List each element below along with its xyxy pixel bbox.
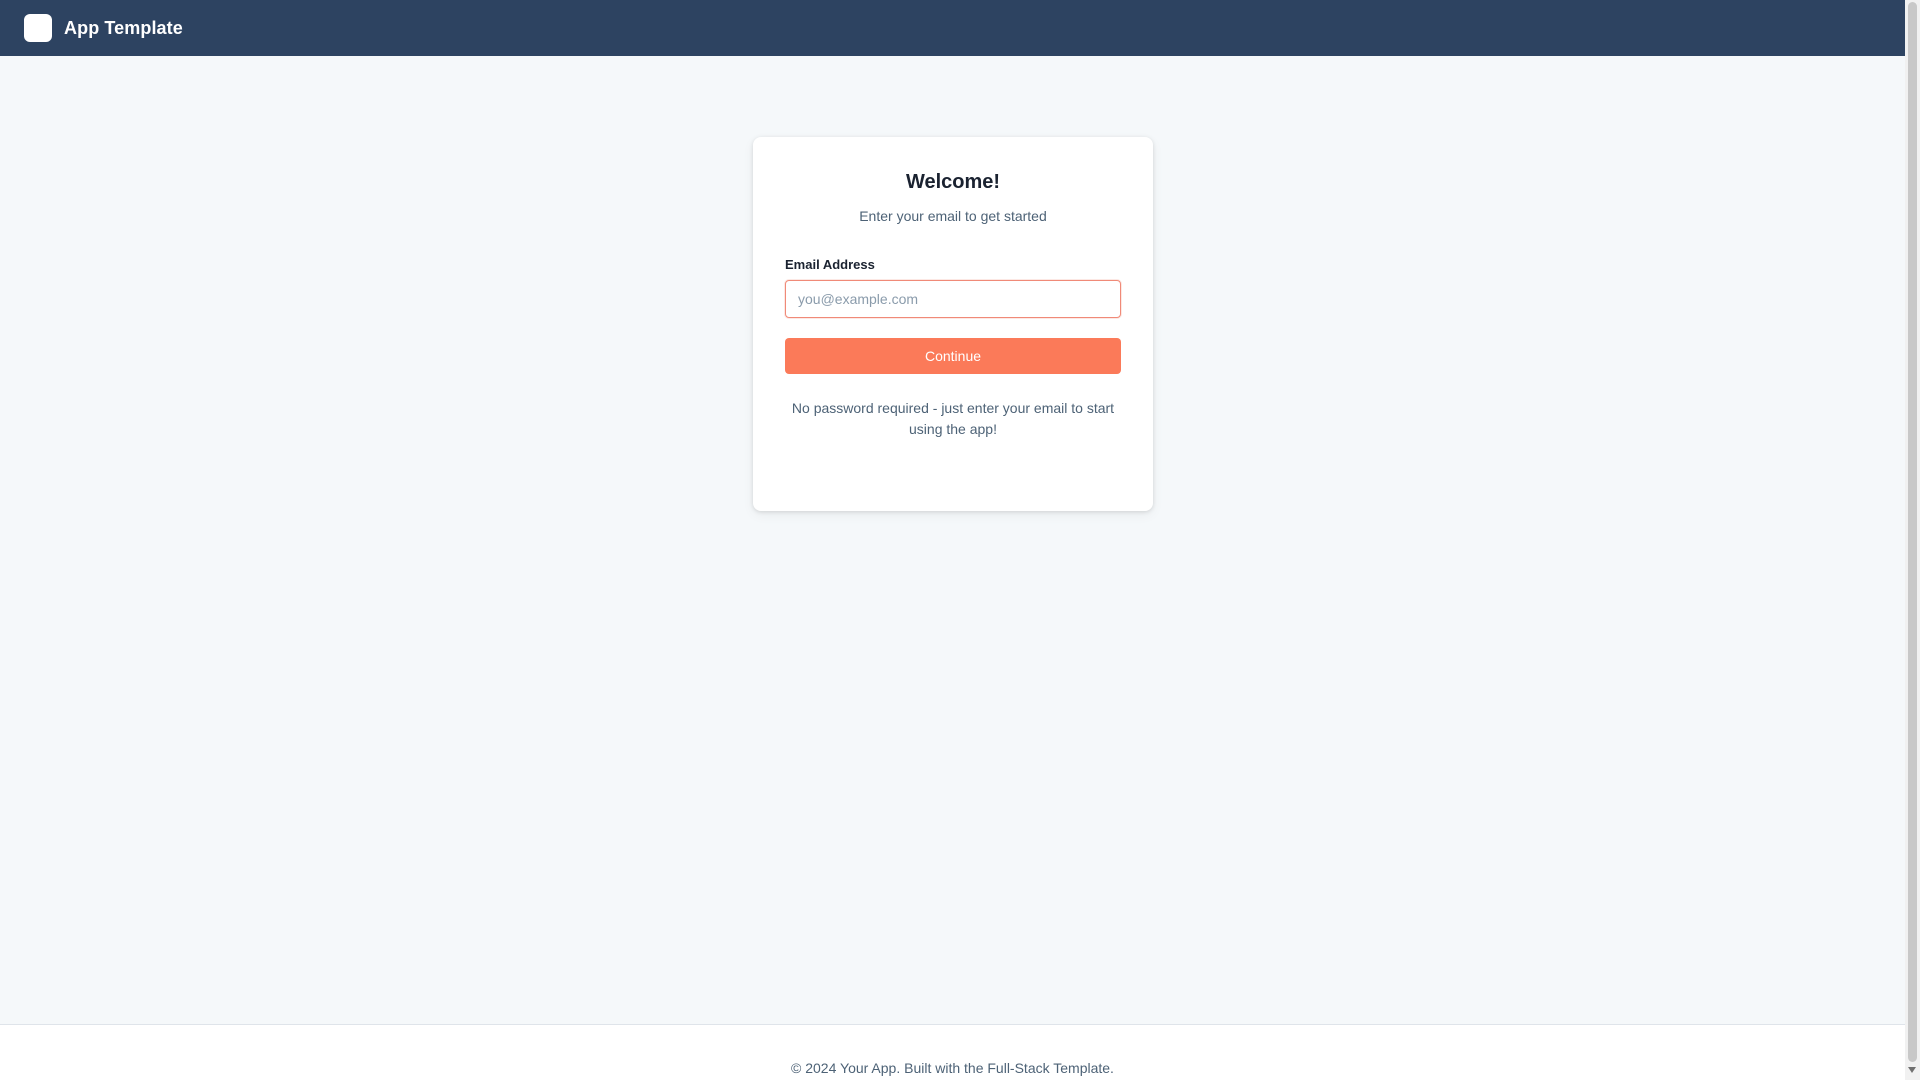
footer-copyright: © 2024 Your App. Built with the Full-Sta…: [791, 1060, 1114, 1076]
email-label: Email Address: [785, 257, 875, 272]
app-title[interactable]: App Template: [64, 18, 183, 39]
welcome-subtitle: Enter your email to get started: [859, 208, 1047, 224]
main-content: Welcome! Enter your email to get started…: [0, 56, 1905, 1024]
page-scrollbar[interactable]: [1905, 0, 1920, 1080]
app-logo-icon[interactable]: [24, 14, 52, 42]
continue-button[interactable]: Continue: [785, 338, 1121, 374]
welcome-heading: Welcome!: [905, 171, 1001, 193]
page-footer: © 2024 Your App. Built with the Full-Sta…: [0, 1024, 1905, 1080]
email-input[interactable]: [785, 280, 1121, 318]
no-password-help-text: No password required - just enter your e…: [791, 400, 1115, 437]
login-card: Welcome! Enter your email to get started…: [753, 137, 1153, 511]
top-navbar: App Template: [0, 0, 1905, 56]
scroll-down-arrow-icon[interactable]: [1908, 1067, 1916, 1073]
scrollbar-thumb[interactable]: [1908, 2, 1917, 1062]
